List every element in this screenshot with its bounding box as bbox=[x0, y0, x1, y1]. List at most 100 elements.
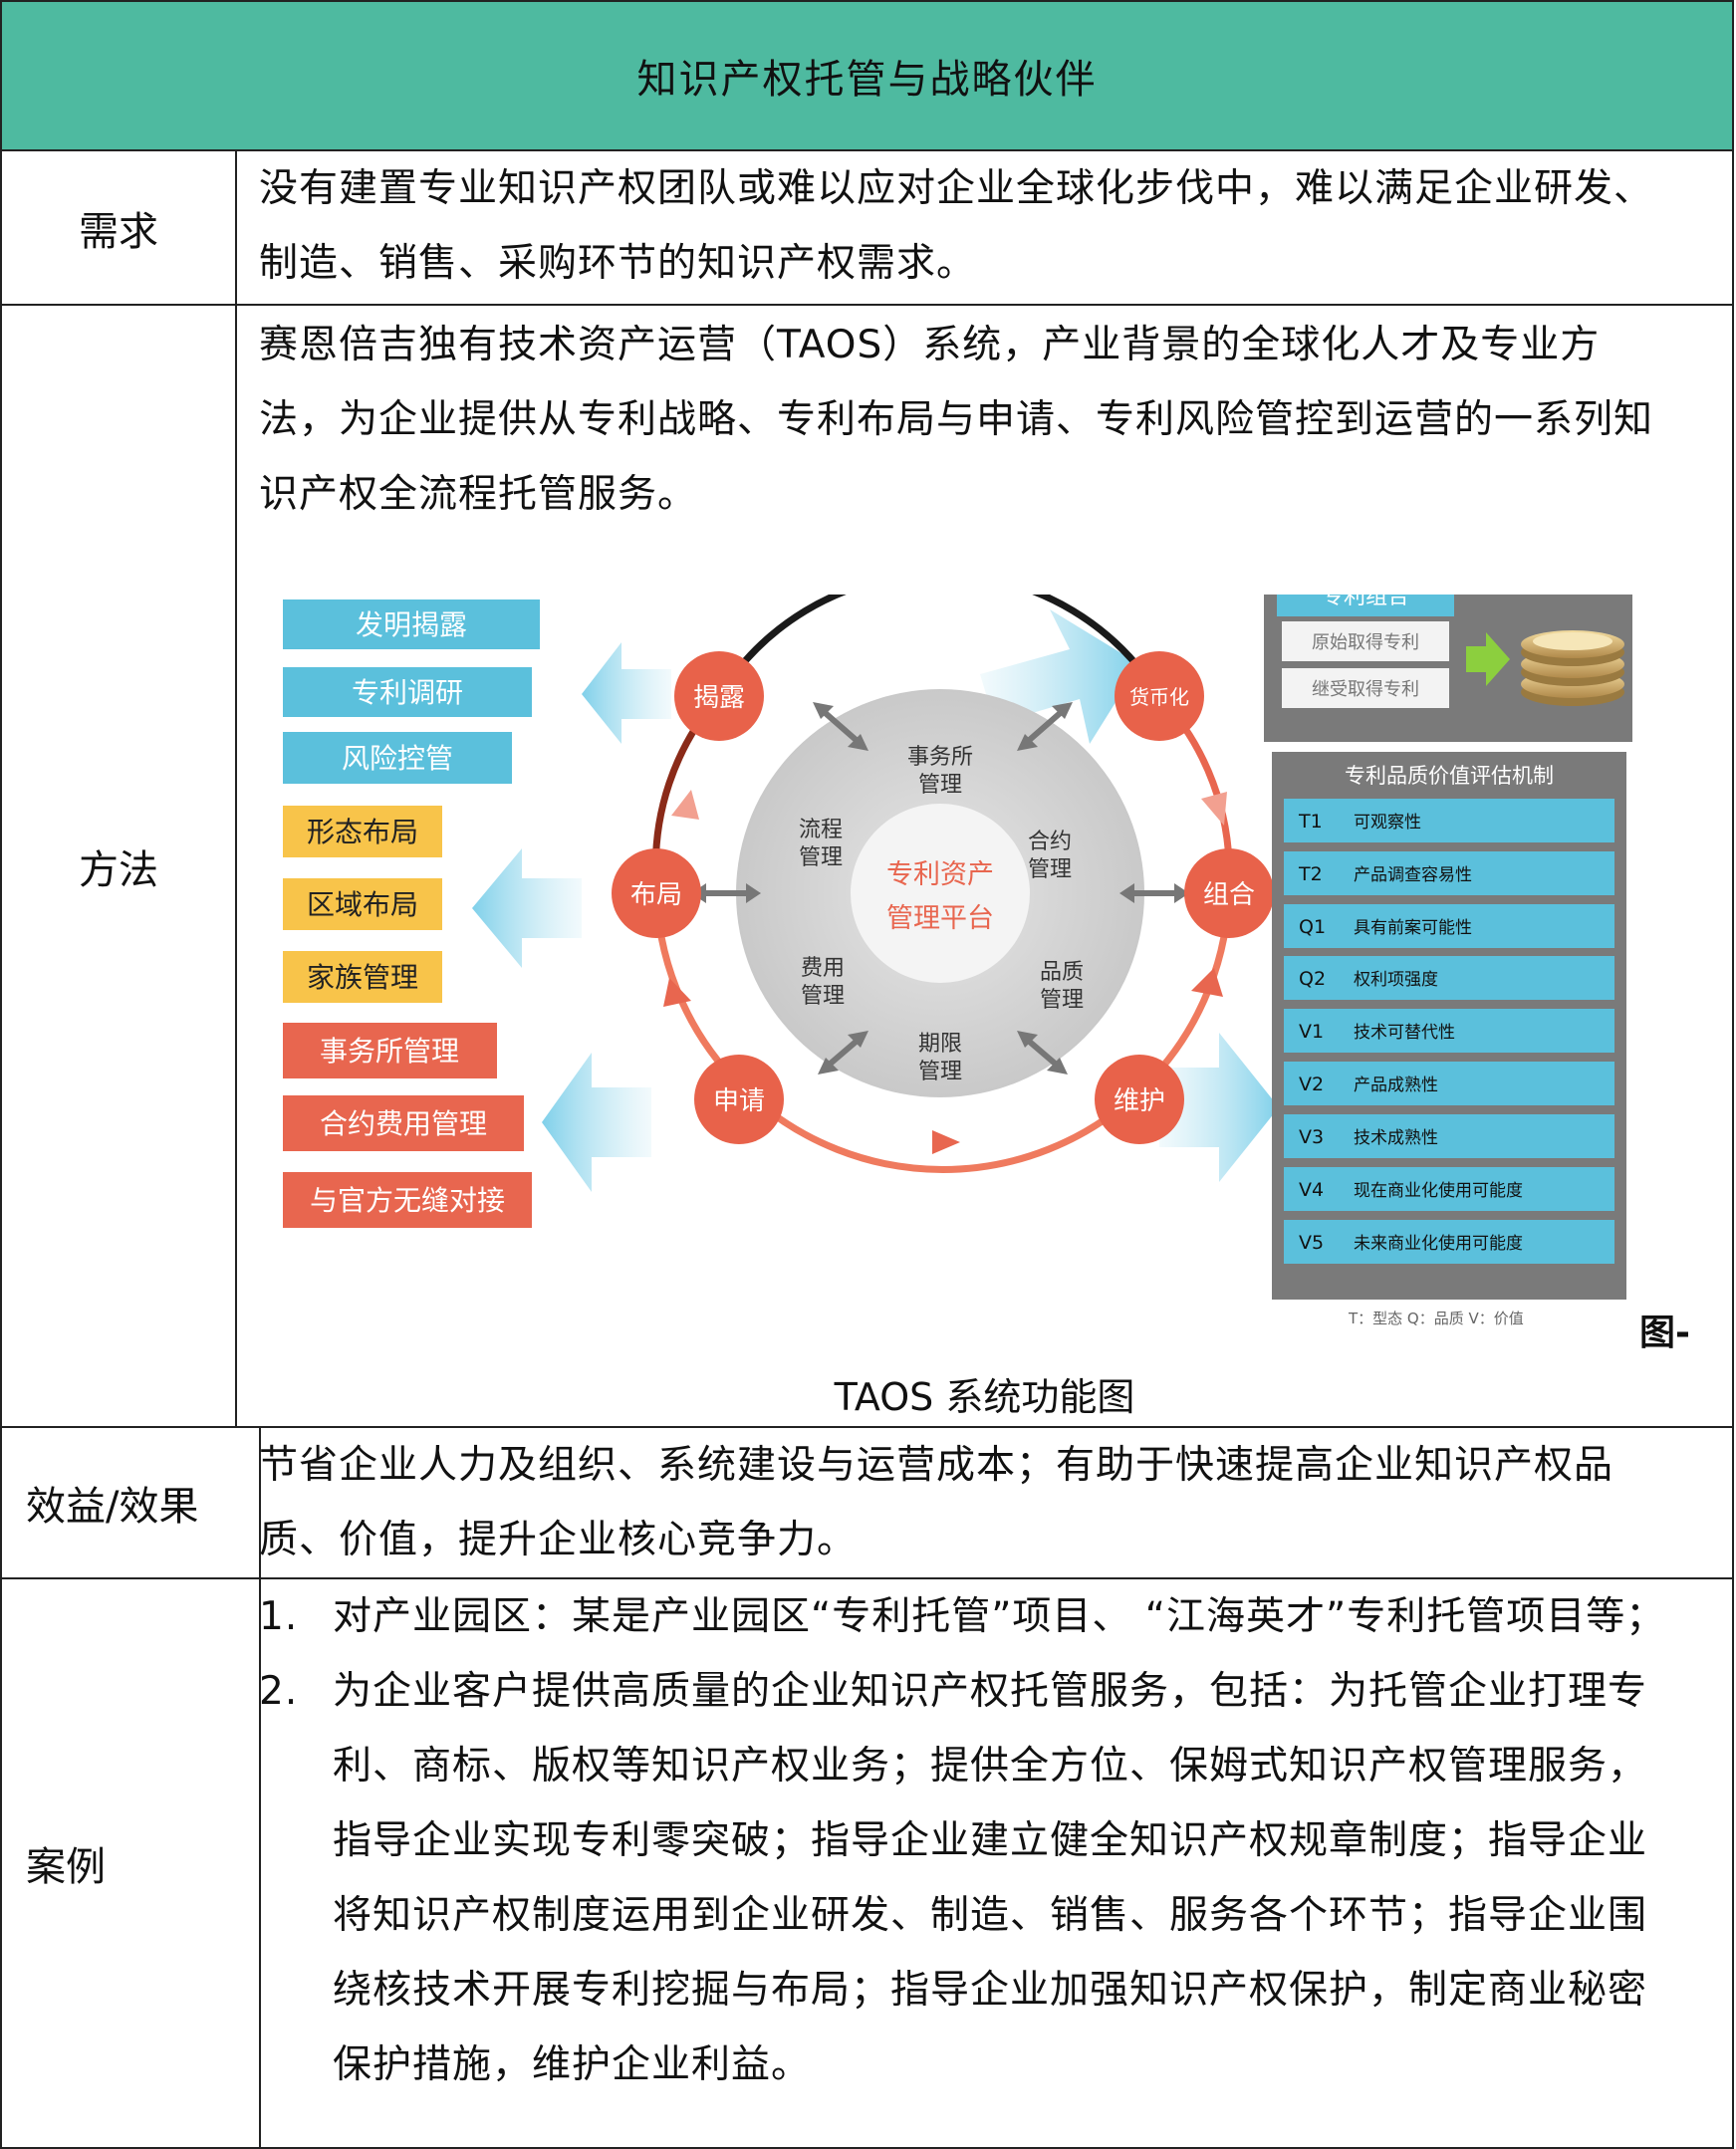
left-red-boxes: 事务所管理 合约费用管理 与官方无缝对接 bbox=[283, 1023, 532, 1228]
eval-text: 具有前案可能性 bbox=[1354, 918, 1472, 938]
label-official: 与官方无缝对接 bbox=[310, 1184, 505, 1217]
label-region-layout: 区域布局 bbox=[307, 888, 418, 921]
eval-text: 权利项强度 bbox=[1354, 970, 1438, 990]
row-label-text: 需求 bbox=[79, 208, 158, 255]
row-content-method: 赛恩倍吉独有技术资产运营（TAOS）系统，产业背景的全球化人才及专业方 法，为企… bbox=[237, 306, 1732, 1426]
row-benefit: 效益/效果 节省企业人力及组织、系统建设与运营成本；有助于快速提高企业知识产权品… bbox=[0, 1428, 1734, 1579]
label-form-layout: 形态布局 bbox=[307, 816, 418, 848]
ring-arrowhead-right bbox=[1201, 792, 1227, 826]
list-item-text: 为企业客户提供高质量的企业知识产权托管服务，包括：为托管企业打理专 bbox=[333, 1669, 1648, 1714]
row-label-case: 案例 bbox=[2, 1579, 261, 2147]
row-need: 需求 没有建置专业知识产权团队或难以应对企业全球化步伐中，难以满足企业研发、 制… bbox=[0, 151, 1734, 306]
ring-node-disclose: 揭露 bbox=[674, 651, 764, 741]
ring-node-layout: 布局 bbox=[612, 848, 701, 938]
eval-text: 产品调查容易性 bbox=[1354, 865, 1472, 885]
eval-code: Q2 bbox=[1299, 968, 1326, 990]
row-label-text: 效益/效果 bbox=[26, 1484, 199, 1530]
need-line-1: 没有建置专业知识产权团队或难以应对企业全球化步伐中，难以满足企业研发、 bbox=[259, 166, 1654, 211]
inner-firm-1: 事务所 bbox=[907, 745, 973, 770]
portfolio-item-inherited: 继受取得专利 bbox=[1312, 679, 1419, 700]
need-line-2: 制造、销售、采购环节的知识产权需求。 bbox=[259, 241, 977, 286]
benefit-line-1: 节省企业人力及组织、系统建设与运营成本；有助于快速提高企业知识产权品 bbox=[259, 1443, 1614, 1488]
eval-code: Q1 bbox=[1299, 916, 1326, 938]
ring-node-monetize: 货币化 bbox=[1115, 651, 1204, 741]
row-content-need: 没有建置专业知识产权团队或难以应对企业全球化步伐中，难以满足企业研发、 制造、销… bbox=[237, 151, 1732, 304]
method-line-2: 法，为企业提供从专利战略、专利布局与申请、专利风险管控到运营的一系列知 bbox=[259, 397, 1654, 442]
benefit-line-2: 质、价值，提升企业核心竞争力。 bbox=[259, 1518, 858, 1562]
arrow-left-middle bbox=[472, 848, 582, 968]
evaluation-rows: T1 可观察性 T2 产品调查容易性 Q1 具有前案可能性 Q2 权利项强度 V… bbox=[1284, 799, 1614, 1264]
inner-fee-2: 管理 bbox=[801, 984, 845, 1009]
row-content-case: 1. 对产业园区：某是产业园区“专利托管”项目、 “江海英才”专利托管项目等； … bbox=[237, 1579, 1732, 2147]
row-case: 案例 1. 对产业园区：某是产业园区“专利托管”项目、 “江海英才”专利托管项目… bbox=[0, 1579, 1734, 2149]
center-disc bbox=[851, 804, 1030, 983]
list-item-text: 对产业园区：某是产业园区“专利托管”项目、 “江海英才”专利托管项目等； bbox=[333, 1594, 1666, 1639]
figure-mark: 图- bbox=[1639, 1313, 1690, 1353]
inner-contract-2: 管理 bbox=[1028, 857, 1072, 882]
row-label-need: 需求 bbox=[2, 151, 237, 304]
row-label-benefit: 效益/效果 bbox=[2, 1428, 261, 1577]
evaluation-title: 专利品质价值评估机制 bbox=[1345, 764, 1554, 788]
inner-contract-1: 合约 bbox=[1028, 830, 1072, 854]
svg-text:布局: 布局 bbox=[630, 880, 682, 910]
portfolio-item-original: 原始取得专利 bbox=[1312, 632, 1419, 653]
list-item-continuation: 将知识产权制度运用到企业研发、制造、销售、服务各个环节；指导企业围 bbox=[333, 1893, 1648, 1938]
row-content-benefit: 节省企业人力及组织、系统建设与运营成本；有助于快速提高企业知识产权品 质、价值，… bbox=[237, 1428, 1732, 1577]
svg-text:申请: 申请 bbox=[713, 1086, 765, 1116]
inner-fee-1: 费用 bbox=[801, 956, 845, 981]
arrow-left-bottom bbox=[542, 1053, 651, 1192]
row-label-text: 方法 bbox=[79, 846, 158, 893]
eval-code: T1 bbox=[1298, 811, 1323, 833]
row-method: 方法 赛恩倍吉独有技术资产运营（TAOS）系统，产业背景的全球化人才及专业方 法… bbox=[0, 306, 1734, 1428]
figure-caption: TAOS 系统功能图 bbox=[834, 1375, 1135, 1419]
label-firm-mgmt: 事务所管理 bbox=[320, 1035, 459, 1068]
method-line-3: 识产权全流程托管服务。 bbox=[259, 472, 698, 517]
list-item-number: 2. bbox=[259, 1669, 299, 1714]
eval-code: V2 bbox=[1299, 1074, 1324, 1095]
svg-text:组合: 组合 bbox=[1203, 880, 1255, 910]
ring-arrowhead-left bbox=[671, 790, 699, 820]
list-item-continuation: 指导企业实现专利零突破；指导企业建立健全知识产权规章制度；指导企业 bbox=[333, 1818, 1648, 1863]
evaluation-legend: T：型态 Q：品质 V：价值 bbox=[1348, 1310, 1524, 1327]
method-line-1: 赛恩倍吉独有技术资产运营（TAOS）系统，产业背景的全球化人才及专业方 bbox=[259, 323, 1601, 367]
eval-text: 现在商业化使用可能度 bbox=[1354, 1180, 1523, 1201]
eval-text: 技术成熟性 bbox=[1354, 1127, 1438, 1148]
center-label-2: 管理平台 bbox=[886, 903, 994, 934]
inner-quality-1: 品质 bbox=[1040, 960, 1084, 985]
eval-text: 技术可替代性 bbox=[1354, 1023, 1455, 1043]
list-item-continuation: 绕核技术开展专利挖掘与布局；指导企业加强知识产权保护，制定商业秘密 bbox=[333, 1968, 1648, 2013]
center-label-1: 专利资产 bbox=[886, 859, 994, 890]
row-label-text: 案例 bbox=[26, 1844, 106, 1890]
arrow-left-top bbox=[582, 642, 671, 744]
eval-code: V3 bbox=[1299, 1126, 1324, 1148]
svg-text:维护: 维护 bbox=[1114, 1086, 1165, 1116]
inner-process-2: 管理 bbox=[799, 845, 843, 870]
inner-quality-2: 管理 bbox=[1040, 988, 1084, 1013]
label-research: 专利调研 bbox=[352, 676, 463, 709]
taos-diagram: 发明揭露 专利调研 风险控管 形态布局 区域布局 家族管理 事务所管理 合约费用… bbox=[283, 595, 1632, 1327]
label-disclosure: 发明揭露 bbox=[356, 608, 467, 641]
coin-stack-icon bbox=[1521, 630, 1624, 706]
list-item-continuation: 保护措施，维护企业利益。 bbox=[333, 2042, 812, 2087]
row-label-method: 方法 bbox=[2, 306, 237, 1426]
svg-text:揭露: 揭露 bbox=[693, 683, 745, 713]
list-item-number: 1. bbox=[259, 1594, 299, 1639]
eval-text: 可观察性 bbox=[1354, 813, 1421, 833]
evaluation-panel: 专利品质价值评估机制 T1 可观察性 T2 产品调查容易性 Q1 具有前案可能性… bbox=[1272, 752, 1626, 1300]
label-family: 家族管理 bbox=[307, 961, 418, 994]
inner-firm-2: 管理 bbox=[918, 773, 962, 798]
portfolio-panel: 专利组合 原始取得专利 继受取得专利 bbox=[1264, 595, 1632, 742]
portfolio-title: 专利组合 bbox=[1322, 595, 1409, 609]
list-item-continuation: 利、商标、版权等知识产权业务；提供全方位、保姆式知识产权管理服务， bbox=[333, 1744, 1648, 1789]
label-risk: 风险控管 bbox=[342, 742, 453, 775]
table-title: 知识产权托管与战略伙伴 bbox=[0, 0, 1734, 151]
left-yellow-boxes: 形态布局 区域布局 家族管理 bbox=[283, 806, 442, 1003]
inner-term-2: 管理 bbox=[918, 1060, 962, 1084]
inner-term-1: 期限 bbox=[918, 1032, 962, 1057]
ring-node-maintain: 维护 bbox=[1095, 1055, 1184, 1144]
eval-code: V5 bbox=[1299, 1232, 1324, 1254]
inner-process-1: 流程 bbox=[799, 818, 843, 842]
eval-code: V4 bbox=[1299, 1179, 1324, 1201]
eval-text: 未来商业化使用可能度 bbox=[1354, 1233, 1523, 1254]
eval-code: T2 bbox=[1298, 863, 1323, 885]
